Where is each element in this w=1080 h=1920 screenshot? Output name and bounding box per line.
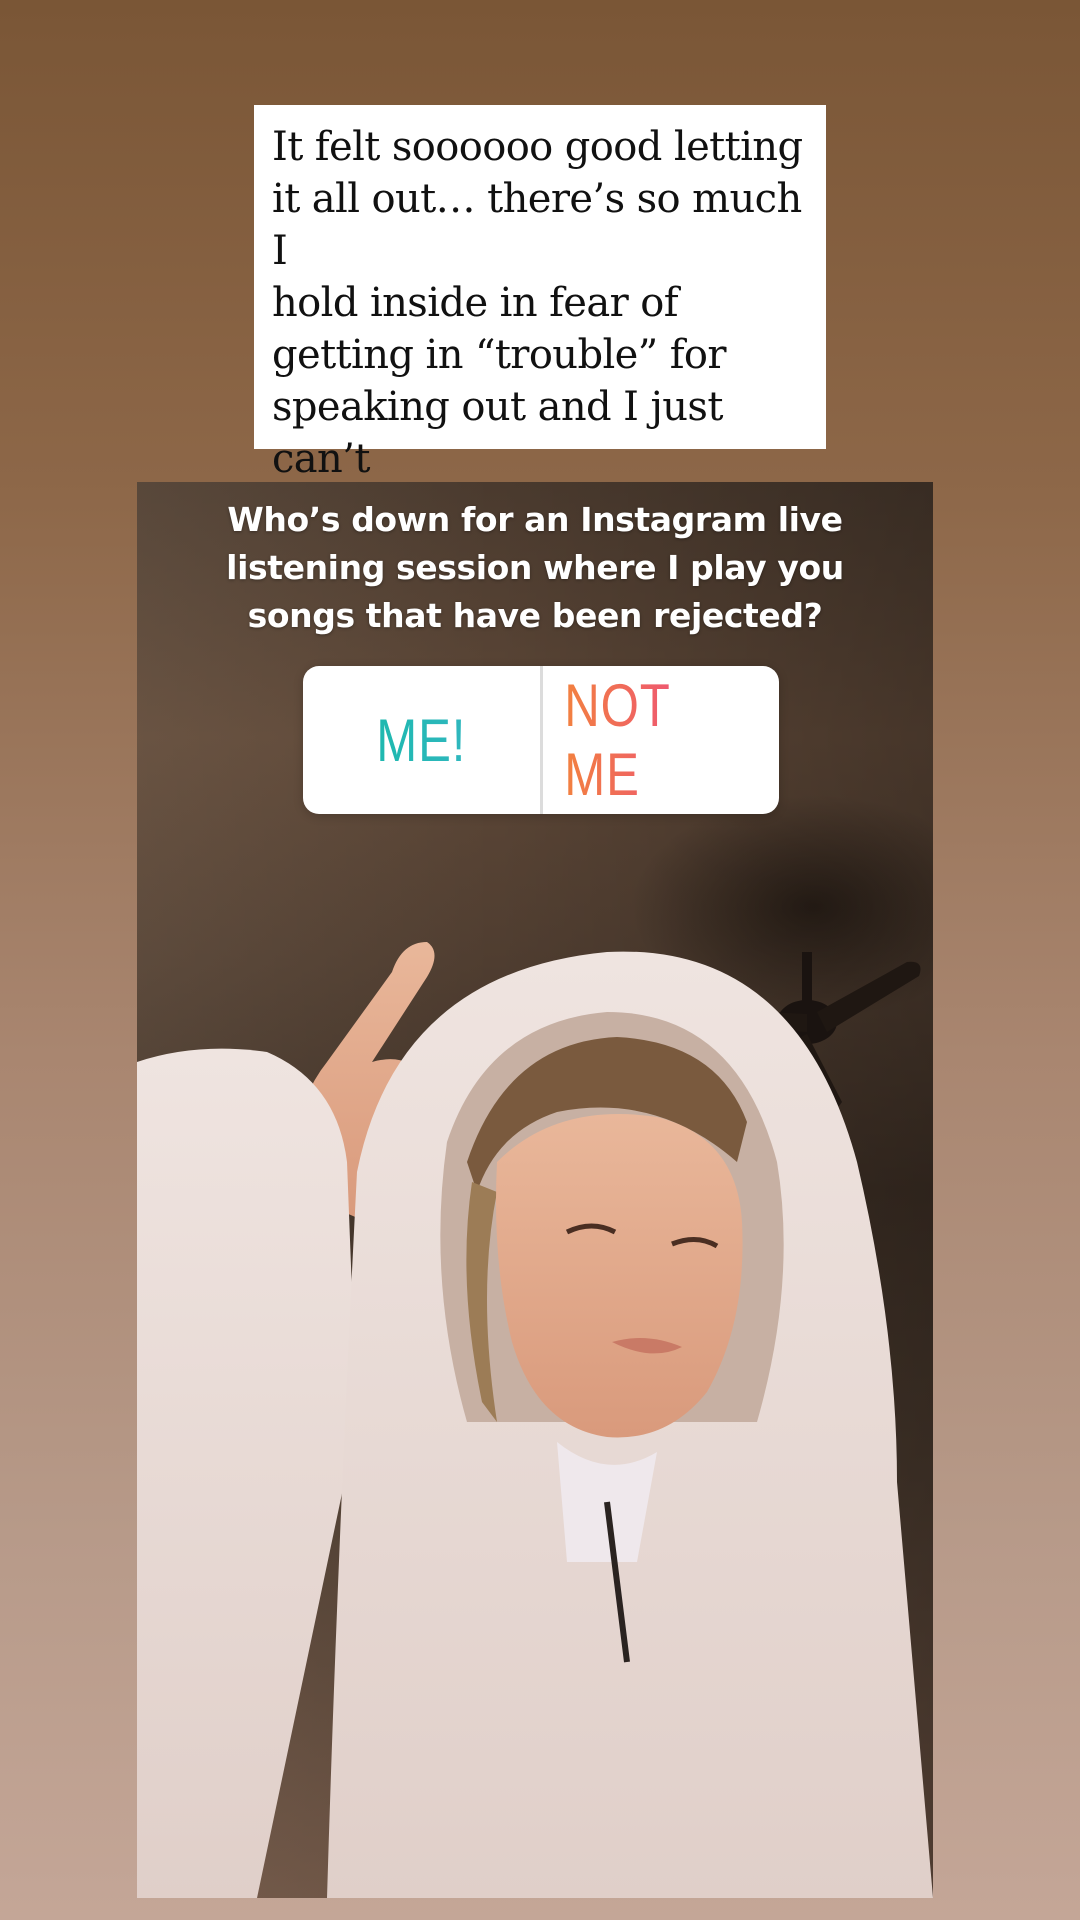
instagram-story: { "caption": { "text": "It felt soooooo … <box>0 0 1080 1920</box>
poll-sticker: ME! NOT ME <box>303 666 779 814</box>
poll-question: Who’s down for an Instagram live listeni… <box>226 500 844 635</box>
selfie-subject <box>137 942 933 1898</box>
poll-option-me-button[interactable]: ME! <box>324 666 518 814</box>
poll-divider <box>539 666 543 814</box>
story-photo: Who’s down for an Instagram live listeni… <box>137 482 933 1898</box>
poll-option-not-me-button[interactable]: NOT ME <box>564 666 758 814</box>
caption-text-box: It felt soooooo good letting it all out…… <box>254 105 826 586</box>
